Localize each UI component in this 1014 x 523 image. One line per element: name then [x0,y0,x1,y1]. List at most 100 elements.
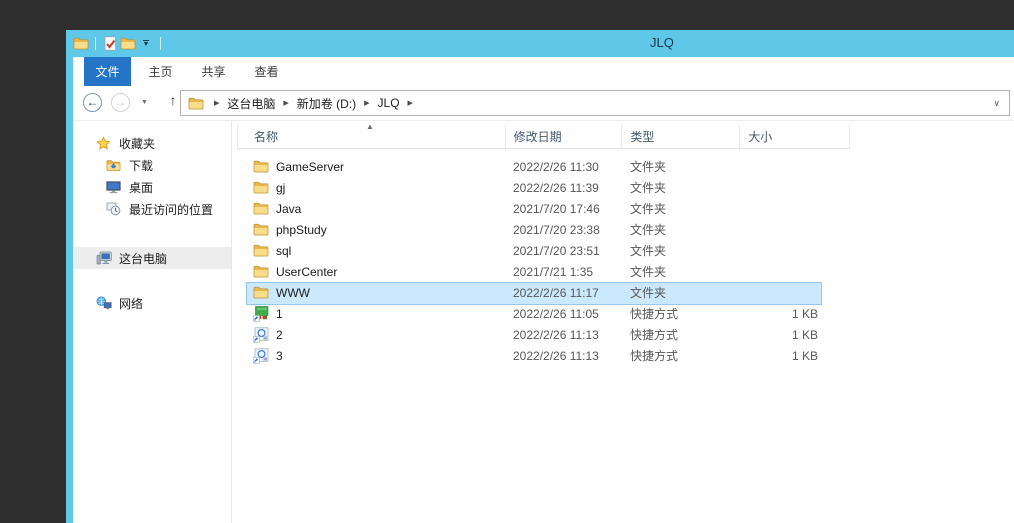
forward-button[interactable]: → [111,93,130,112]
tab-home[interactable]: 主页 [137,57,184,86]
table-row[interactable]: UserCenter 2021/7/21 1:35 文件夹 [237,261,850,282]
folder-icon [253,181,269,194]
breadcrumb-arrow-icon: ▶ [214,99,219,107]
breadcrumb-drive-d[interactable]: 新加卷 (D:) [297,95,356,112]
explorer-window: ▼ JLQ 文件 主页 共享 查看 ← → ▼ ↑ ▶ 这台电脑 ▶ [66,30,1014,523]
file-modified: 2021/7/20 23:51 [505,240,622,261]
file-name: WWW [276,286,310,300]
table-row[interactable]: 3 2022/2/26 11:13 快捷方式 1 KB [237,345,850,366]
file-type: 文件夹 [622,156,740,177]
file-size [740,198,850,219]
table-row[interactable]: Java 2021/7/20 17:46 文件夹 [237,198,850,219]
table-row[interactable]: 2 2022/2/26 11:13 快捷方式 1 KB [237,324,850,345]
file-modified: 2022/2/26 11:13 [505,324,622,345]
folder-icon[interactable] [72,35,90,52]
sidebar-item-label: 这台电脑 [119,250,167,267]
file-type: 快捷方式 [622,345,740,366]
file-modified: 2021/7/20 17:46 [505,198,622,219]
history-dropdown-icon[interactable]: ▼ [141,99,148,106]
customize-qat-dropdown-icon[interactable]: ▼ [137,35,155,52]
file-list-pane: 名称 ▲ 修改日期 类型 大小 GameServer 2022/2/26 11:… [232,121,1014,523]
tab-share[interactable]: 共享 [190,57,237,86]
file-type: 快捷方式 [622,303,740,324]
new-folder-icon[interactable] [119,35,137,52]
toolbar-separator [160,37,161,50]
table-row[interactable]: sql 2021/7/20 23:51 文件夹 [237,240,850,261]
sidebar-item-label: 桌面 [129,179,153,196]
folder-icon [253,223,269,236]
file-list: GameServer 2022/2/26 11:30 文件夹 gj 2022/2… [232,156,1014,366]
table-row[interactable]: GameServer 2022/2/26 11:30 文件夹 [237,156,850,177]
file-type: 文件夹 [622,240,740,261]
folder-icon [253,202,269,215]
address-folder-icon [188,97,204,110]
shortcut-app-icon [253,306,269,322]
breadcrumb-arrow-icon: ▶ [283,99,288,107]
file-type: 文件夹 [622,261,740,282]
file-size [740,156,850,177]
breadcrumb-this-pc[interactable]: 这台电脑 [227,95,275,112]
table-row[interactable]: gj 2022/2/26 11:39 文件夹 [237,177,850,198]
sidebar-item-desktop[interactable]: 桌面 [73,176,231,198]
file-modified: 2021/7/20 23:38 [505,219,622,240]
table-row[interactable]: 1 2022/2/26 11:05 快捷方式 1 KB [237,303,850,324]
file-size [740,177,850,198]
address-dropdown-chevron-icon[interactable]: ∨ [993,98,1000,109]
file-name: 1 [276,307,283,321]
folder-icon [253,265,269,278]
sidebar-item-downloads[interactable]: 下载 [73,154,231,176]
file-name: phpStudy [276,223,327,237]
file-name: 2 [276,328,283,342]
column-header-size[interactable]: 大小 [740,125,850,148]
sidebar-item-label: 网络 [119,295,143,312]
sidebar-item-recent-places[interactable]: 最近访问的位置 [73,198,231,220]
recent-places-icon [105,202,122,216]
file-size: 1 KB [740,303,850,324]
breadcrumb-arrow-icon: ▶ [408,99,413,107]
tab-file[interactable]: 文件 [84,57,131,86]
sidebar-item-network[interactable]: 网络 [73,292,231,314]
sidebar-item-label: 收藏夹 [119,135,155,152]
file-modified: 2022/2/26 11:05 [505,303,622,324]
address-bar[interactable]: ▶ 这台电脑 ▶ 新加卷 (D:) ▶ JLQ ▶ ∨ [180,90,1010,116]
file-name: Java [276,202,301,216]
file-name: sql [276,244,291,258]
computer-icon [95,251,112,265]
column-header-type[interactable]: 类型 [622,125,740,148]
ribbon-tab-bar: 文件 主页 共享 查看 [73,57,1014,86]
desktop-icon [105,181,122,194]
file-size: 1 KB [740,324,850,345]
breadcrumb-jlq[interactable]: JLQ [378,96,400,110]
file-type: 文件夹 [622,282,740,303]
window-title: JLQ [650,35,674,50]
file-type: 快捷方式 [622,324,740,345]
back-button[interactable]: ← [83,93,102,112]
file-size [740,282,850,303]
file-modified: 2022/2/26 11:30 [505,156,622,177]
table-row-selected[interactable]: WWW 2022/2/26 11:17 文件夹 [237,282,850,303]
column-header-modified[interactable]: 修改日期 [506,125,623,148]
quick-access-toolbar: ▼ [72,35,166,52]
file-size [740,240,850,261]
file-name: GameServer [276,160,344,174]
shortcut-icon [253,327,269,343]
breadcrumb-arrow-icon: ▶ [364,99,369,107]
file-modified: 2022/2/26 11:13 [505,345,622,366]
sidebar-item-favorites[interactable]: 收藏夹 [73,132,231,154]
shortcut-icon [253,348,269,364]
properties-check-icon[interactable] [101,35,119,52]
file-type: 文件夹 [622,198,740,219]
file-type: 文件夹 [622,177,740,198]
network-icon [95,296,112,310]
title-bar[interactable]: ▼ JLQ [66,30,1014,57]
sidebar-item-label: 下载 [129,157,153,174]
file-modified: 2022/2/26 11:17 [505,282,622,303]
navigation-pane: 收藏夹 下载 [73,121,231,523]
folder-icon [253,244,269,257]
file-modified: 2022/2/26 11:39 [505,177,622,198]
tab-view[interactable]: 查看 [243,57,290,86]
column-header-name[interactable]: 名称 ▲ [238,125,506,148]
table-row[interactable]: phpStudy 2021/7/20 23:38 文件夹 [237,219,850,240]
sidebar-item-this-pc[interactable]: 这台电脑 [73,247,231,269]
file-type: 文件夹 [622,219,740,240]
